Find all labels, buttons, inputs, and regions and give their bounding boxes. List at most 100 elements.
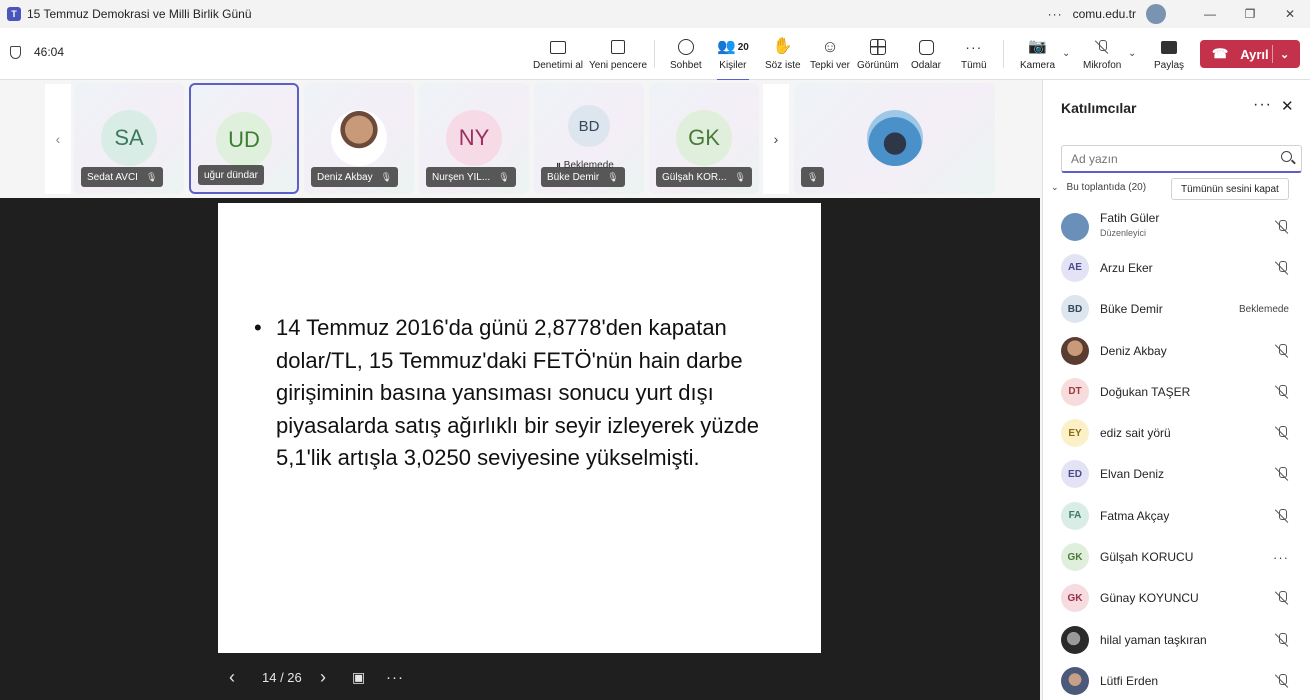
participant-tile[interactable]: UD uğur dündar [189, 83, 299, 194]
take-control-icon [550, 40, 567, 54]
leave-options-chevron-icon[interactable]: ⌄ [1280, 48, 1289, 61]
participant-strip: ‹ SA Sedat AVCI 🎙 UD uğur dündar Deniz Ak… [0, 80, 1040, 198]
list-item[interactable]: GK Günay KOYUNCU [1043, 578, 1310, 619]
share-button[interactable]: Paylaş [1154, 37, 1184, 71]
camera-options-chevron-icon[interactable]: ⌄ [1062, 48, 1070, 59]
rooms-icon [918, 39, 934, 55]
take-control-button[interactable]: Denetimi al [533, 37, 583, 71]
pop-out-button[interactable]: Yeni pencere [589, 37, 647, 71]
avatar: GK [676, 110, 732, 166]
react-button[interactable]: ☺ Tepki ver [810, 37, 850, 71]
close-icon[interactable]: ✕ [1270, 7, 1310, 21]
chevron-left-icon: ‹ [55, 131, 61, 147]
avatar [1061, 336, 1089, 365]
chat-button[interactable]: Sohbet [670, 37, 702, 71]
list-item[interactable]: Fatih Güler Düzenleyici [1043, 206, 1310, 247]
prev-slide-icon[interactable]: ‹ [229, 667, 235, 688]
people-icon: 👥 [717, 38, 736, 55]
list-item[interactable]: DT Doğukan TAŞER [1043, 371, 1310, 412]
camera-off-icon: 📷 [1028, 38, 1047, 55]
minimize-icon[interactable]: — [1190, 7, 1230, 21]
chat-icon [677, 39, 694, 55]
meeting-timer: 46:04 [10, 45, 64, 59]
mic-off-icon [1275, 219, 1289, 234]
mic-off-icon: 🎙 [734, 171, 746, 182]
shield-icon [10, 45, 21, 59]
list-item[interactable]: AE Arzu Eker [1043, 247, 1310, 288]
avatar [1061, 212, 1089, 241]
avatar [1061, 666, 1089, 695]
participant-name: Gülşah KORUCU [1100, 550, 1194, 565]
participant-tile[interactable]: 🎙 [794, 83, 995, 194]
name-tag: 🎙 [801, 167, 825, 187]
list-item[interactable]: GK Gülşah KORUCU ··· [1043, 536, 1310, 577]
mic-off-icon: 🎙 [145, 171, 158, 182]
avatar: EY [1061, 419, 1089, 448]
participants-panel: Katılımcılar ··· ✕ ⌄ Bu toplantıda (20) … [1042, 80, 1310, 700]
pop-out-icon [611, 40, 625, 54]
view-button[interactable]: Görünüm [857, 37, 899, 71]
restore-icon[interactable]: ❐ [1230, 7, 1270, 21]
mic-options-chevron-icon[interactable]: ⌄ [1128, 48, 1136, 59]
participant-tile[interactable]: NY Nurşen YIL... 🎙 [419, 83, 529, 194]
mic-button[interactable]: Mikrofon [1083, 37, 1121, 71]
list-item[interactable]: Deniz Akbay [1043, 330, 1310, 371]
raise-hand-button[interactable]: ✋ Söz iste [765, 37, 801, 71]
list-item[interactable]: FA Fatma Akçay [1043, 495, 1310, 536]
meeting-toolbar: 46:04 Denetimi al Yeni pencere Sohbet 👥 2… [0, 28, 1310, 81]
mic-off-icon [1095, 40, 1109, 54]
participant-name: Fatih Güler [1100, 211, 1160, 225]
more-icon[interactable]: ··· [386, 669, 404, 686]
strip-prev-button[interactable]: ‹ [45, 84, 71, 194]
participant-tile[interactable]: SA Sedat AVCI 🎙 [74, 83, 184, 194]
toolbar-divider [654, 40, 655, 68]
more-icon[interactable]: ··· [1253, 96, 1272, 114]
list-item[interactable]: ED Elvan Deniz [1043, 454, 1310, 495]
mic-off-icon [1275, 343, 1289, 358]
participant-tile[interactable]: Deniz Akbay 🎙 [304, 83, 414, 194]
avatar: BD [568, 105, 610, 147]
people-button[interactable]: 👥 20 Kişiler [717, 37, 749, 81]
mic-off-icon [1275, 508, 1289, 523]
next-slide-icon[interactable]: › [320, 667, 326, 688]
participant-name: Elvan Deniz [1100, 467, 1165, 482]
mic-off-icon [1275, 591, 1289, 605]
mute-all-button[interactable]: Tümünün sesini kapat [1171, 178, 1289, 200]
list-item[interactable]: Lütfi Erden [1043, 660, 1310, 700]
section-header[interactable]: ⌄ Bu toplantıda (20) [1051, 182, 1146, 193]
chevron-down-icon: ⌄ [1051, 182, 1059, 192]
more-icon: ··· [965, 39, 983, 55]
camera-button[interactable]: 📷 Kamera [1020, 37, 1055, 71]
react-icon: ☺ [821, 37, 839, 56]
strip-next-button[interactable]: › [763, 84, 789, 194]
name-tag: Sedat AVCI 🎙 [81, 167, 164, 187]
list-item[interactable]: hilal yaman taşkıran [1043, 619, 1310, 660]
mic-off-icon: 🎙 [498, 171, 510, 182]
avatar: BD [1061, 295, 1089, 324]
mic-off-icon [1275, 632, 1289, 647]
rooms-button[interactable]: Odalar [911, 37, 941, 71]
avatar: SA [101, 110, 157, 166]
more-icon[interactable]: ··· [1273, 550, 1289, 565]
search-icon[interactable] [1281, 151, 1292, 162]
slide-page-counter: 14 / 26 [262, 669, 302, 685]
mic-off-icon [1275, 384, 1289, 399]
leave-button[interactable]: ☎ Ayrıl ⌄ [1200, 40, 1300, 68]
participant-tile[interactable]: BD ⏸ Beklemede Büke Demir 🎙 [534, 83, 644, 194]
slide-thumbnails-icon[interactable]: ▣ [352, 669, 365, 686]
list-item[interactable]: EY ediz sait yörü [1043, 412, 1310, 453]
window-title: 15 Temmuz Demokrasi ve Milli Birlik Günü [27, 7, 252, 21]
more-icon[interactable]: ··· [1048, 7, 1063, 21]
participant-tile[interactable]: GK Gülşah KOR... 🎙 [649, 83, 759, 194]
more-button[interactable]: ··· Tümü [961, 37, 987, 71]
people-count: 20 [737, 41, 749, 53]
avatar: ED [1061, 460, 1089, 489]
participant-name: hilal yaman taşkıran [1100, 632, 1207, 647]
mic-off-icon: 🎙 [607, 171, 619, 182]
avatar[interactable] [1146, 4, 1166, 24]
avatar: GK [1061, 584, 1089, 613]
list-item[interactable]: BD Büke Demir Beklemede [1043, 289, 1310, 330]
search-input[interactable] [1071, 151, 1271, 166]
close-icon[interactable]: ✕ [1281, 97, 1294, 115]
mic-off-icon [1275, 260, 1289, 275]
